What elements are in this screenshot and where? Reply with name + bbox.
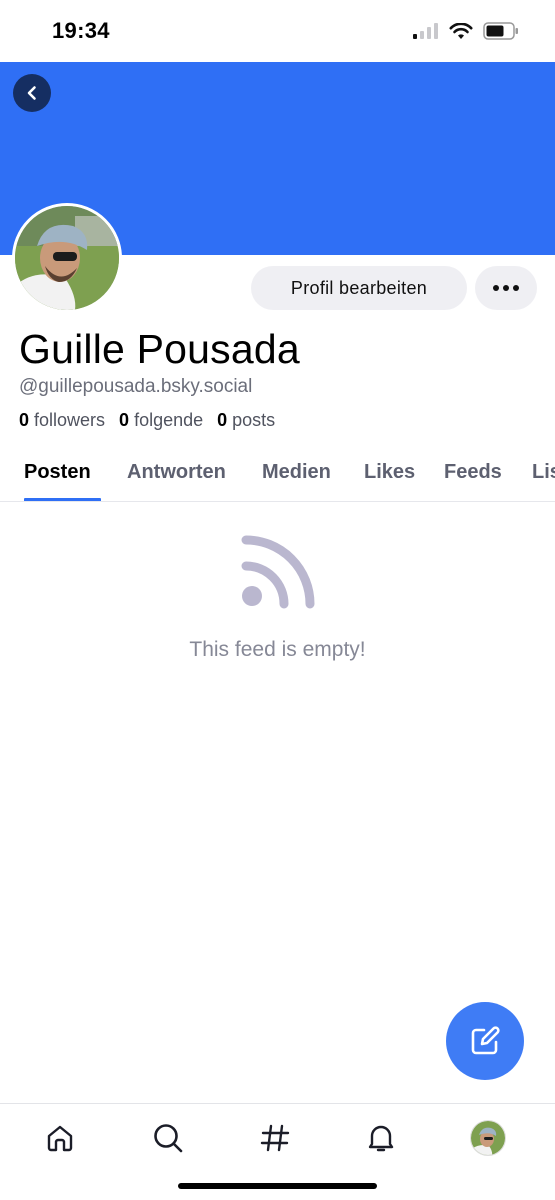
more-options-button[interactable] bbox=[475, 266, 537, 310]
profile-stats: 0 followers 0 folgende 0 posts bbox=[19, 410, 275, 431]
posts-count: 0 bbox=[217, 410, 228, 430]
display-name: Guille Pousada bbox=[19, 326, 300, 372]
status-time: 19:34 bbox=[52, 18, 110, 43]
profile-tabs: Posten Antworten Medien Likes Feeds List… bbox=[0, 446, 555, 502]
more-horizontal-icon bbox=[493, 285, 519, 291]
avatar-photo bbox=[15, 206, 119, 310]
tab-feeds[interactable]: Feeds bbox=[444, 461, 502, 484]
active-tab-indicator bbox=[24, 498, 101, 501]
edit-profile-button[interactable]: Profil bearbeiten bbox=[251, 266, 467, 310]
back-button[interactable] bbox=[13, 74, 51, 112]
compose-icon bbox=[471, 1026, 500, 1055]
nav-search[interactable] bbox=[148, 1118, 188, 1158]
following-label: folgende bbox=[134, 410, 204, 430]
home-icon bbox=[47, 1125, 73, 1152]
tab-posts[interactable]: Posten bbox=[24, 461, 91, 484]
avatar bbox=[470, 1120, 506, 1156]
search-icon bbox=[154, 1124, 183, 1153]
hashtag-icon bbox=[260, 1124, 290, 1152]
home-indicator bbox=[178, 1183, 377, 1189]
avatar[interactable] bbox=[12, 203, 122, 313]
cellular-signal-icon bbox=[413, 23, 438, 39]
wifi-icon bbox=[449, 22, 473, 39]
following-count: 0 bbox=[119, 410, 130, 430]
nav-profile[interactable] bbox=[468, 1118, 508, 1158]
tab-media[interactable]: Medien bbox=[262, 461, 331, 484]
nav-home[interactable] bbox=[40, 1118, 80, 1158]
empty-feed-message: This feed is empty! bbox=[189, 638, 366, 661]
status-bar: 19:34 bbox=[0, 0, 555, 62]
nav-avatar-photo bbox=[471, 1121, 505, 1155]
following-stat[interactable]: 0 folgende bbox=[119, 410, 203, 431]
tab-lists[interactable]: Lists bbox=[532, 461, 555, 484]
tab-likes[interactable]: Likes bbox=[364, 461, 415, 484]
nav-notifications[interactable] bbox=[361, 1118, 401, 1158]
battery-icon bbox=[483, 22, 518, 40]
posts-stat: 0 posts bbox=[217, 410, 275, 431]
profile-handle: @guillepousada.bsky.social bbox=[19, 376, 253, 397]
rss-feed-icon bbox=[241, 535, 315, 609]
chevron-left-icon bbox=[27, 86, 36, 100]
followers-count: 0 bbox=[19, 410, 30, 430]
nav-feeds[interactable] bbox=[255, 1118, 295, 1158]
tab-replies[interactable]: Antworten bbox=[127, 461, 226, 484]
bell-icon bbox=[368, 1125, 394, 1152]
followers-label: followers bbox=[34, 410, 106, 430]
posts-label: posts bbox=[232, 410, 276, 430]
compose-button[interactable] bbox=[446, 1002, 524, 1080]
status-indicators bbox=[413, 22, 519, 40]
followers-stat[interactable]: 0 followers bbox=[19, 410, 105, 431]
